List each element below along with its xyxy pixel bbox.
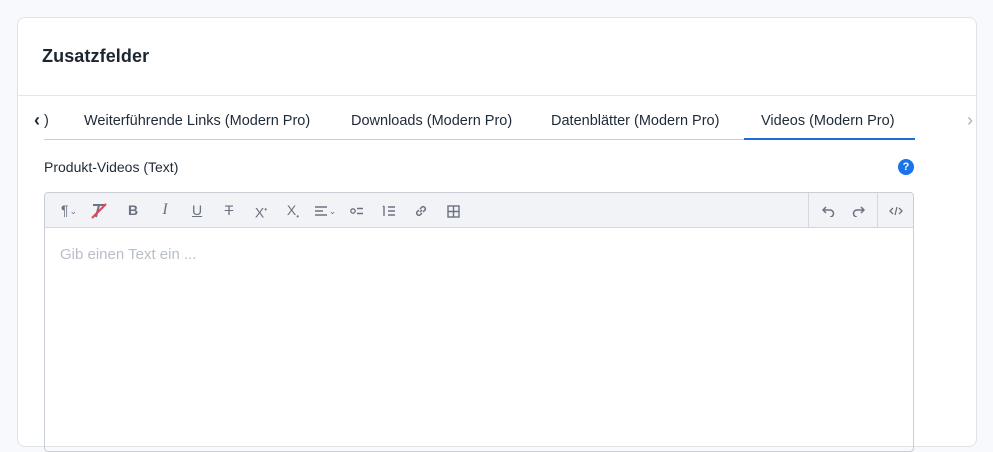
clear-format-icon: [91, 203, 107, 220]
editor-placeholder: Gib einen Text ein ...: [60, 246, 197, 263]
clear-format-button[interactable]: [87, 193, 111, 227]
field-label: Produkt-Videos (Text): [44, 159, 179, 175]
superscript-button[interactable]: X•: [249, 193, 273, 227]
align-button[interactable]: ⌄: [309, 193, 341, 227]
card-title: Zusatzfelder: [42, 46, 150, 66]
tab-scroll-right-icon[interactable]: ›: [961, 106, 979, 140]
link-icon: [415, 206, 427, 217]
bullet-list-button[interactable]: [345, 193, 369, 227]
tab-datenblaetter[interactable]: Datenblätter (Modern Pro): [551, 106, 719, 140]
bullet-list-icon: [350, 208, 363, 215]
tab-videos[interactable]: Videos (Modern Pro): [744, 106, 915, 140]
tab-partial[interactable]: ): [44, 106, 49, 140]
paragraph-icon: ¶: [60, 202, 69, 218]
tab-downloads[interactable]: Downloads (Modern Pro): [351, 106, 512, 140]
align-left-icon: [314, 206, 327, 217]
undo-button[interactable]: [815, 193, 841, 227]
editor-toolbar: ¶⌄ B I U T X• X• ⌄: [45, 193, 913, 228]
editor-content[interactable]: Gib einen Text ein ...: [45, 228, 913, 281]
numbered-list-icon: [382, 205, 395, 216]
strikethrough-button[interactable]: T: [217, 193, 241, 227]
paragraph-format-button[interactable]: ¶⌄: [53, 193, 85, 227]
underline-button[interactable]: U: [185, 193, 209, 227]
subscript-icon: X: [286, 202, 297, 218]
code-view-button[interactable]: [881, 193, 911, 227]
bold-button[interactable]: B: [121, 193, 145, 227]
table-icon: [446, 205, 460, 218]
italic-button[interactable]: I: [153, 193, 177, 227]
numbered-list-button[interactable]: [377, 193, 401, 227]
redo-icon: [852, 206, 865, 219]
card-header: Zusatzfelder: [18, 18, 976, 96]
link-button[interactable]: [409, 193, 433, 227]
rich-text-editor: ¶⌄ B I U T X• X• ⌄ Gib einen Text ein ..…: [44, 192, 914, 452]
redo-button[interactable]: [845, 193, 871, 227]
chevron-down-icon: ⌄: [328, 206, 337, 217]
chevron-down-icon: ⌄: [69, 206, 78, 217]
code-icon: [889, 207, 903, 216]
table-button[interactable]: [441, 193, 465, 227]
toolbar-divider: [877, 193, 878, 227]
help-icon[interactable]: ?: [898, 159, 914, 175]
tab-weiterfuehrende-links[interactable]: Weiterführende Links (Modern Pro): [84, 106, 310, 140]
superscript-icon: X: [254, 204, 265, 221]
toolbar-divider: [808, 193, 809, 227]
tab-bar: ‹ ) Weiterführende Links (Modern Pro) Do…: [34, 106, 973, 140]
undo-icon: [821, 206, 834, 219]
subscript-button[interactable]: X•: [281, 193, 305, 227]
